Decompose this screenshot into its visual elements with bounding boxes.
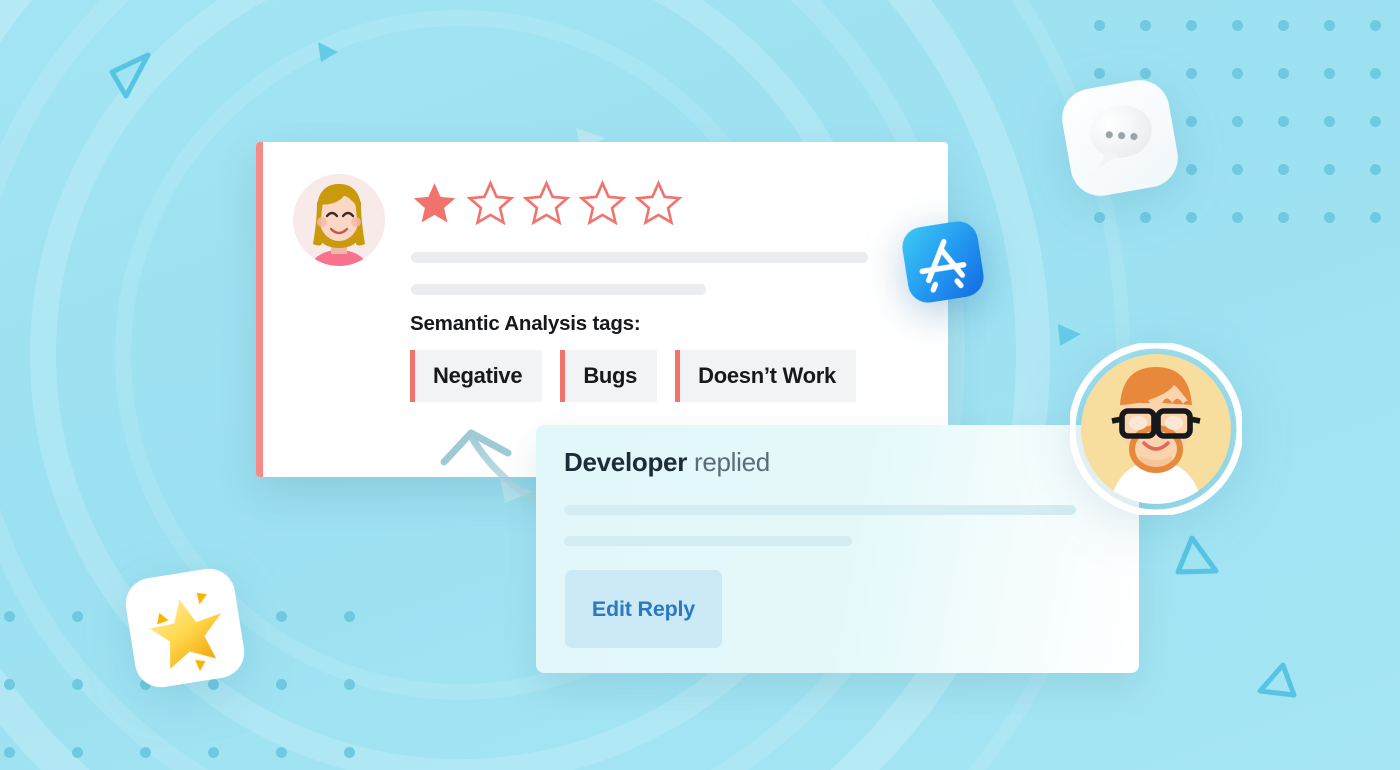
edit-reply-button[interactable]: Edit Reply bbox=[565, 570, 722, 648]
background-dot bbox=[1278, 68, 1289, 79]
star-filled-icon bbox=[413, 183, 456, 223]
avatar bbox=[293, 174, 385, 266]
triangle-solid-icon bbox=[318, 42, 338, 62]
background-dot bbox=[72, 611, 83, 622]
sparkle-star-icon[interactable] bbox=[115, 558, 255, 698]
background-dot bbox=[1324, 212, 1335, 223]
background-dot bbox=[1140, 212, 1151, 223]
tag-negative[interactable]: Negative bbox=[410, 350, 543, 402]
background-dot bbox=[1370, 68, 1381, 79]
background-dot bbox=[1094, 68, 1105, 79]
background-dot bbox=[1370, 116, 1381, 127]
background-dot bbox=[1186, 20, 1197, 31]
background-dot bbox=[1186, 116, 1197, 127]
background-dot bbox=[1324, 164, 1335, 175]
background-dot bbox=[1140, 20, 1151, 31]
triangle-outline-icon bbox=[109, 52, 151, 99]
tag-doesnt-work[interactable]: Doesn’t Work bbox=[675, 350, 856, 402]
review-text-placeholder-line bbox=[411, 252, 868, 263]
background-dot bbox=[1094, 20, 1105, 31]
background-dot bbox=[1278, 164, 1289, 175]
background-dot bbox=[1324, 116, 1335, 127]
triangle-outline-icon bbox=[1175, 535, 1219, 575]
illustration-canvas: Semantic Analysis tags: Negative Bugs Do… bbox=[0, 0, 1400, 770]
reply-title-strong: Developer bbox=[564, 447, 688, 477]
background-dot bbox=[1370, 212, 1381, 223]
chat-bubble-icon[interactable] bbox=[1050, 68, 1189, 207]
developer-reply-card: Developer replied Edit Reply bbox=[536, 425, 1139, 673]
background-dot bbox=[1232, 116, 1243, 127]
reply-text-placeholder-line bbox=[564, 505, 1076, 515]
background-dot bbox=[1278, 20, 1289, 31]
background-dot bbox=[276, 611, 287, 622]
background-dot bbox=[344, 679, 355, 690]
tag-label: Bugs bbox=[583, 363, 638, 388]
background-dot bbox=[1186, 68, 1197, 79]
background-dot bbox=[276, 679, 287, 690]
developer-avatar bbox=[1070, 343, 1242, 515]
background-dot bbox=[1232, 164, 1243, 175]
semantic-tags-list: Negative Bugs Doesn’t Work bbox=[410, 350, 856, 402]
background-dot bbox=[1232, 212, 1243, 223]
review-text-placeholder-line bbox=[411, 284, 706, 295]
background-dot bbox=[1232, 68, 1243, 79]
background-dot bbox=[4, 679, 15, 690]
background-dot bbox=[1278, 212, 1289, 223]
star-empty-icon bbox=[523, 180, 570, 226]
tag-bugs[interactable]: Bugs bbox=[560, 350, 658, 402]
background-dot bbox=[140, 747, 151, 758]
background-dot bbox=[1186, 164, 1197, 175]
background-dot bbox=[4, 611, 15, 622]
reply-title-soft: replied bbox=[693, 447, 770, 477]
background-dot bbox=[1370, 20, 1381, 31]
star-empty-icon bbox=[579, 180, 626, 226]
background-dot bbox=[344, 747, 355, 758]
background-dot bbox=[1094, 212, 1105, 223]
background-dot bbox=[1232, 20, 1243, 31]
semantic-tags-label: Semantic Analysis tags: bbox=[410, 312, 641, 335]
background-dot bbox=[276, 747, 287, 758]
background-dot bbox=[72, 679, 83, 690]
background-dot bbox=[1370, 164, 1381, 175]
app-store-icon[interactable] bbox=[897, 216, 989, 308]
background-dot bbox=[1278, 116, 1289, 127]
tag-label: Negative bbox=[433, 363, 523, 388]
background-dot bbox=[1186, 212, 1197, 223]
reply-title: Developer replied bbox=[564, 447, 770, 478]
background-dot bbox=[4, 747, 15, 758]
star-rating bbox=[411, 180, 682, 227]
reply-text-placeholder-line bbox=[564, 536, 852, 546]
background-dot bbox=[1324, 20, 1335, 31]
star-empty-icon bbox=[467, 180, 514, 226]
tag-label: Doesn’t Work bbox=[698, 363, 836, 388]
female-avatar-icon bbox=[293, 174, 385, 266]
triangle-outline-icon bbox=[1257, 662, 1297, 698]
background-dot bbox=[344, 611, 355, 622]
star-empty-icon bbox=[635, 180, 682, 226]
background-dot bbox=[72, 747, 83, 758]
background-dot bbox=[208, 747, 219, 758]
background-dot bbox=[1324, 68, 1335, 79]
